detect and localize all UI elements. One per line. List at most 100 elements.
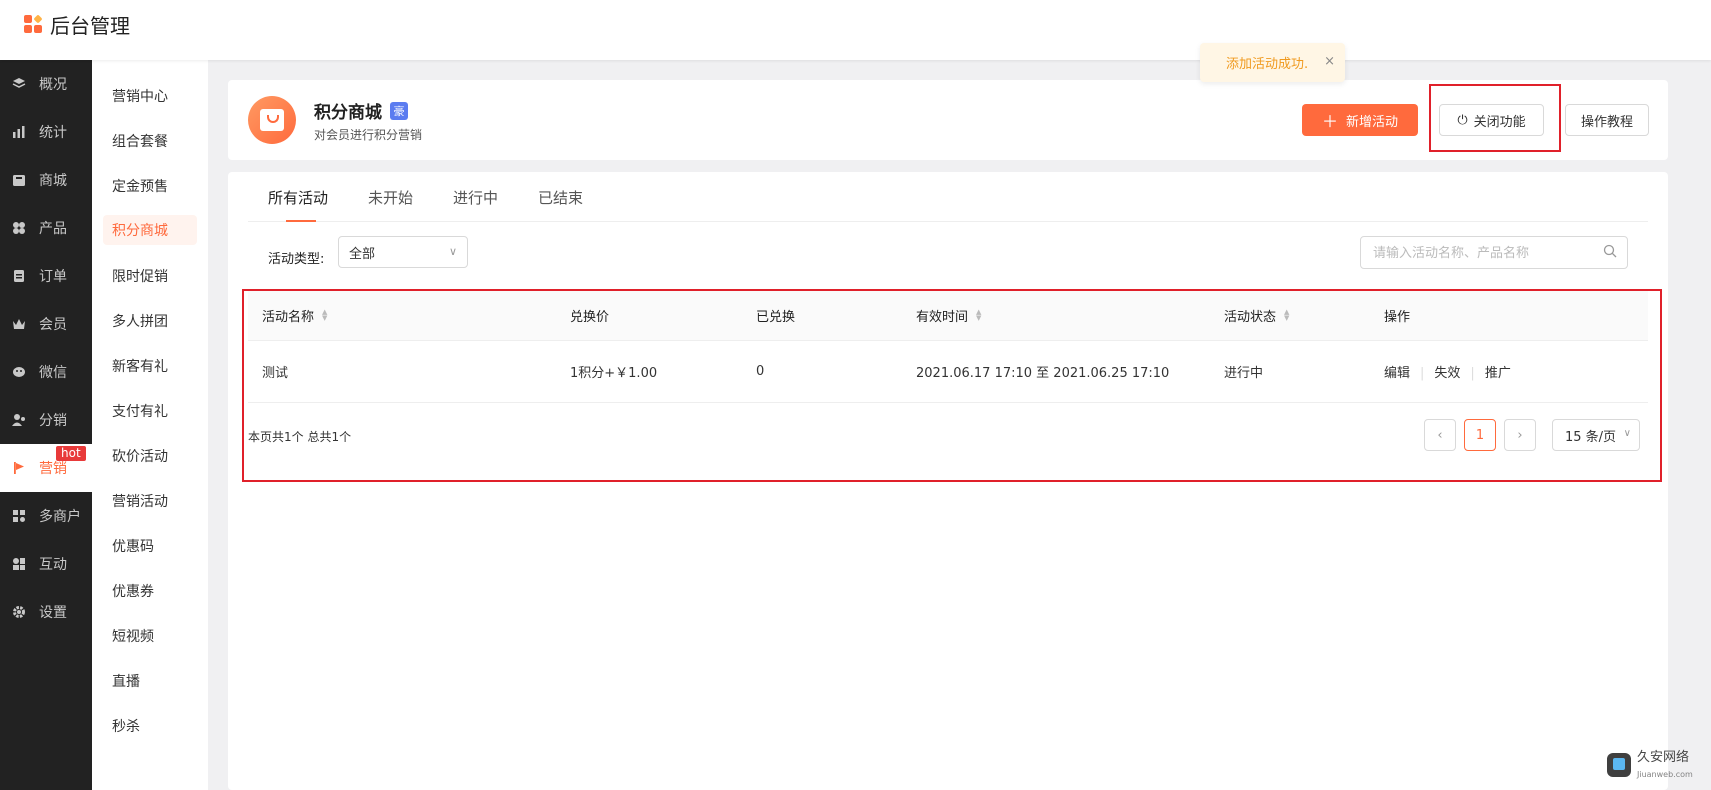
header-label: 有效时间: [916, 309, 969, 325]
distribution-icon: [11, 412, 27, 428]
chart-icon: [11, 124, 27, 140]
sidebar-item-label: 概况: [39, 77, 67, 93]
subnav-item-points-mall[interactable]: 积分商城: [103, 215, 197, 245]
tab-in-progress[interactable]: 进行中: [433, 172, 518, 222]
cell-activity-name: 测试: [262, 366, 289, 381]
subnav-item-presale[interactable]: 定金预售: [92, 163, 208, 208]
toast-message: 添加活动成功.: [1226, 57, 1309, 72]
page-title: 积分商城: [314, 103, 382, 123]
sort-icon: ▲ ▼: [1284, 308, 1290, 322]
subnav-item-coupon[interactable]: 优惠券: [92, 568, 208, 613]
subnav-item-seckill[interactable]: 秒杀: [92, 703, 208, 748]
page-size-value: 15 条/页: [1565, 429, 1617, 445]
page-size-select[interactable]: 15 条/页 ∨: [1552, 419, 1640, 451]
watermark: 久安网络 Jiuanweb.com: [1607, 749, 1693, 781]
app-logo[interactable]: 后台管理: [24, 10, 130, 39]
sidebar-item-product[interactable]: 产品: [0, 204, 92, 252]
header-redeemed: 已兑换: [756, 309, 796, 325]
cell-redeemed: 0: [756, 364, 765, 379]
header-label: 活动状态: [1224, 309, 1277, 325]
sidebar-item-label: 统计: [39, 125, 67, 141]
activity-type-label: 活动类型:: [268, 252, 325, 267]
header-valid-time[interactable]: 有效时间 ▲ ▼: [916, 306, 981, 325]
subnav-item-payment-gift[interactable]: 支付有礼: [92, 388, 208, 433]
main-sidebar: 概况 统计 商城 产品 订单 会员 微信 分销 营销 hot 多商户 互动 设置: [0, 60, 92, 790]
page-1-button[interactable]: 1: [1464, 419, 1496, 451]
sort-icon: ▲ ▼: [322, 308, 328, 322]
subnav-item-marketing-center[interactable]: 营销中心: [92, 73, 208, 118]
sidebar-item-label: 设置: [39, 605, 67, 621]
subnav-item-bargain[interactable]: 砍价活动: [92, 433, 208, 478]
sidebar-item-statistics[interactable]: 统计: [0, 108, 92, 156]
sidebar-item-order[interactable]: 订单: [0, 252, 92, 300]
shopping-bag-icon: [248, 96, 296, 144]
add-activity-label: 新增活动: [1346, 114, 1399, 130]
subnav-item-group-buy[interactable]: 多人拼团: [92, 298, 208, 343]
header-activity-name[interactable]: 活动名称 ▲ ▼: [262, 306, 327, 325]
sidebar-item-label: 营销: [39, 461, 67, 477]
sidebar-item-overview[interactable]: 概况: [0, 60, 92, 108]
order-icon: [11, 268, 27, 284]
header-status[interactable]: 活动状态 ▲ ▼: [1224, 306, 1289, 325]
search-input[interactable]: [1361, 237, 1581, 268]
divider: |: [1420, 366, 1425, 381]
divider: |: [1470, 366, 1475, 381]
search-icon[interactable]: [1603, 244, 1617, 258]
sidebar-item-marketing[interactable]: 营销 hot: [0, 444, 92, 492]
sort-icon: ▲ ▼: [976, 308, 982, 322]
tab-ended[interactable]: 已结束: [518, 172, 603, 222]
sidebar-item-distribution[interactable]: 分销: [0, 396, 92, 444]
close-feature-label: 关闭功能: [1473, 114, 1526, 130]
subnav-item-campaign[interactable]: 营销活动: [92, 478, 208, 523]
flag-icon: [11, 460, 27, 476]
sidebar-item-label: 商城: [39, 173, 67, 189]
sidebar-item-multi-store[interactable]: 多商户: [0, 492, 92, 540]
sidebar-item-wechat[interactable]: 微信: [0, 348, 92, 396]
edit-link[interactable]: 编辑: [1384, 366, 1410, 381]
promote-link[interactable]: 推广: [1485, 366, 1511, 381]
activity-type-select[interactable]: 全部 ∨: [338, 236, 468, 268]
tab-not-started[interactable]: 未开始: [348, 172, 433, 222]
subnav-item-promo-code[interactable]: 优惠码: [92, 523, 208, 568]
subnav-item-new-customer[interactable]: 新客有礼: [92, 343, 208, 388]
sidebar-item-label: 产品: [39, 221, 67, 237]
pagination-info: 本页共1个 总共1个: [248, 430, 352, 444]
header-price: 兑换价: [570, 309, 610, 325]
sidebar-item-member[interactable]: 会员: [0, 300, 92, 348]
table-header: 活动名称 ▲ ▼ 兑换价 已兑换 有效时间 ▲ ▼ 活动状态 ▲ ▼ 操作: [248, 290, 1648, 340]
app-title: 后台管理: [50, 14, 130, 38]
product-icon: [11, 220, 27, 236]
tutorial-button[interactable]: 操作教程: [1565, 104, 1649, 136]
sidebar-item-settings[interactable]: 设置: [0, 588, 92, 636]
watermark-logo-icon: [1607, 753, 1631, 777]
subnav-item-short-video[interactable]: 短视频: [92, 613, 208, 658]
page-header-card: 积分商城 豪 对会员进行积分营销 ＋ 新增活动 ⏻ 关闭功能 操作教程: [228, 80, 1668, 160]
premium-tag-icon: 豪: [390, 101, 408, 120]
sidebar-item-label: 互动: [39, 557, 67, 573]
crown-icon: [11, 316, 27, 332]
invalidate-link[interactable]: 失效: [1434, 366, 1460, 381]
table-row: 测试 1积分+￥1.00 0 2021.06.17 17:10 至 2021.0…: [248, 340, 1648, 403]
watermark-text: 久安网络: [1637, 750, 1690, 765]
sidebar-item-store[interactable]: 商城: [0, 156, 92, 204]
top-bar: 后台管理: [0, 0, 1711, 60]
subnav-item-combo[interactable]: 组合套餐: [92, 118, 208, 163]
cell-valid-time: 2021.06.17 17:10 至 2021.06.25 17:10: [916, 366, 1170, 381]
activity-list-card: 所有活动 未开始 进行中 已结束 活动类型: 全部 ∨ 活动名称 ▲▼ 兑换价 …: [228, 172, 1668, 790]
sidebar-item-label: 会员: [39, 317, 67, 333]
success-toast: 添加活动成功. ×: [1200, 43, 1345, 82]
close-feature-button[interactable]: ⏻ 关闭功能: [1439, 104, 1544, 136]
next-page-button[interactable]: ›: [1504, 419, 1536, 451]
tab-all[interactable]: 所有活动: [248, 172, 348, 222]
activity-tabs: 所有活动 未开始 进行中 已结束: [248, 172, 1648, 222]
add-activity-button[interactable]: ＋ 新增活动: [1302, 104, 1418, 136]
select-value: 全部: [349, 246, 376, 262]
prev-page-button[interactable]: ‹: [1424, 419, 1456, 451]
subnav-item-flash-promo[interactable]: 限时促销: [92, 253, 208, 298]
sidebar-item-label: 微信: [39, 365, 67, 381]
wechat-icon: [11, 364, 27, 380]
sidebar-item-interact[interactable]: 互动: [0, 540, 92, 588]
sidebar-item-label: 订单: [39, 269, 67, 285]
toast-close-icon[interactable]: ×: [1324, 54, 1335, 69]
subnav-item-live[interactable]: 直播: [92, 658, 208, 703]
